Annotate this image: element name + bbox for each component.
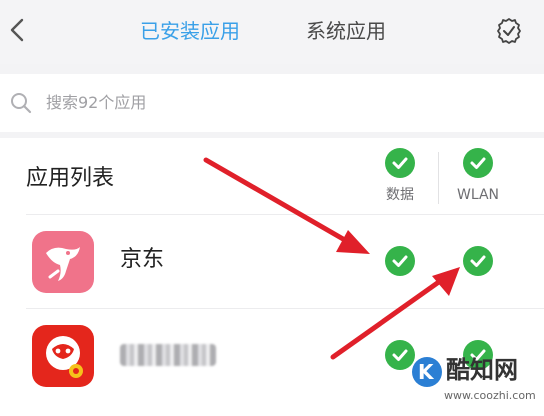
column-wlan-label: WLAN: [456, 187, 499, 203]
app-name: 京东: [120, 247, 165, 272]
list-item[interactable]: 京东: [0, 214, 544, 306]
search-icon: [11, 93, 32, 114]
gear-check-icon[interactable]: [494, 16, 524, 46]
top-bar: 已安装应用 系统应用: [0, 0, 544, 64]
tab-installed-apps[interactable]: 已安装应用: [140, 18, 240, 44]
data-toggle-check-icon[interactable]: [385, 340, 415, 370]
watermark: K 酷知网 www.coozhi.com: [412, 355, 540, 411]
watermark-url: www.coozhi.com: [444, 389, 536, 402]
search-placeholder: 搜索92个应用: [46, 93, 147, 112]
tab-system-apps[interactable]: 系统应用: [306, 18, 386, 44]
wlan-toggle-check-icon[interactable]: [463, 246, 493, 276]
watermark-logo: K: [412, 357, 442, 387]
jd-dog-icon: [32, 231, 94, 293]
app-list-heading: 应用列表: [26, 166, 115, 191]
app-name-obscured: [120, 344, 216, 366]
column-mobile-data[interactable]: 数据: [370, 148, 430, 204]
data-toggle-check-icon[interactable]: [385, 246, 415, 276]
check-icon: [463, 148, 493, 178]
jd-finance-icon: [32, 325, 94, 387]
column-wlan[interactable]: WLAN: [448, 148, 508, 204]
chevron-left-icon[interactable]: [6, 16, 28, 44]
column-divider: [438, 152, 439, 204]
column-mobile-data-label: 数据: [386, 187, 414, 203]
search-bar[interactable]: 搜索92个应用: [0, 74, 544, 132]
check-icon: [385, 148, 415, 178]
watermark-title: 酷知网: [446, 356, 518, 384]
